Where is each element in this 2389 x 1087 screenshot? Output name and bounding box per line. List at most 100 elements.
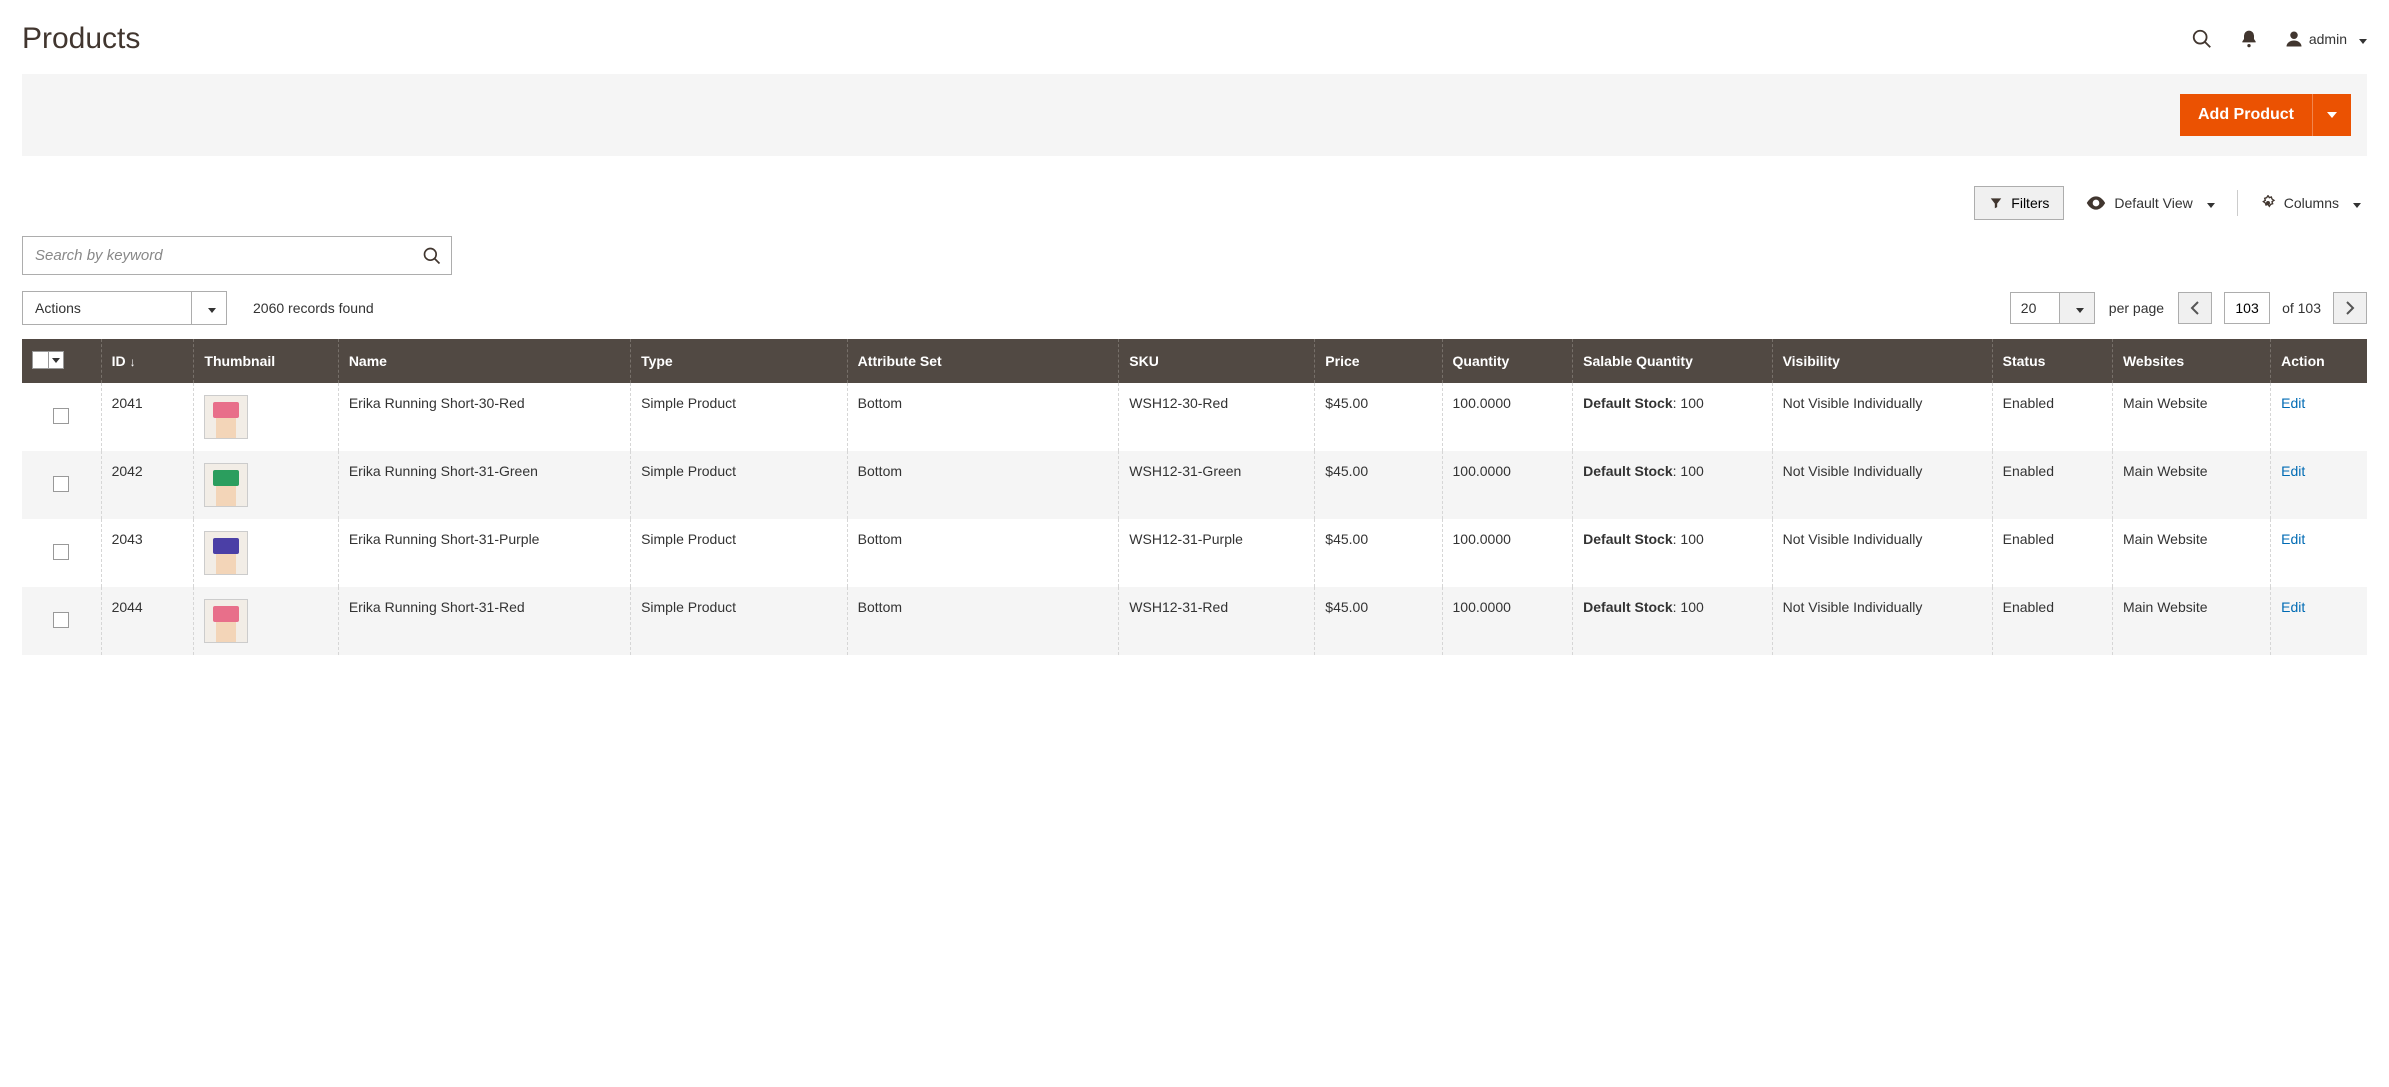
row-checkbox[interactable] (53, 408, 69, 424)
row-checkbox[interactable] (53, 612, 69, 628)
product-thumbnail[interactable] (204, 531, 248, 575)
notifications-icon[interactable] (2239, 28, 2259, 50)
edit-link[interactable]: Edit (2281, 531, 2305, 547)
chevron-right-icon (2345, 301, 2355, 315)
cell-thumbnail (194, 519, 338, 587)
col-header-status[interactable]: Status (1992, 339, 2112, 383)
table-row: 2043 Erika Running Short-31-Purple Simpl… (22, 519, 2367, 587)
col-header-price[interactable]: Price (1315, 339, 1442, 383)
cell-name: Erika Running Short-31-Red (338, 587, 630, 655)
caret-down-icon (2201, 195, 2215, 211)
col-header-id[interactable]: ID↓ (101, 339, 194, 383)
search-input[interactable] (22, 236, 452, 275)
search-icon[interactable] (2191, 28, 2213, 50)
select-all-checkbox[interactable] (32, 351, 64, 369)
row-checkbox[interactable] (53, 476, 69, 492)
cell-websites: Main Website (2112, 519, 2270, 587)
table-row: 2044 Erika Running Short-31-Red Simple P… (22, 587, 2367, 655)
cell-visibility: Not Visible Individually (1772, 587, 1992, 655)
cell-attribute-set: Bottom (847, 383, 1119, 451)
gear-icon (2260, 195, 2276, 211)
cell-status: Enabled (1992, 451, 2112, 519)
col-header-quantity[interactable]: Quantity (1442, 339, 1573, 383)
edit-link[interactable]: Edit (2281, 599, 2305, 615)
cell-name: Erika Running Short-31-Purple (338, 519, 630, 587)
user-icon (2285, 30, 2303, 48)
col-header-visibility[interactable]: Visibility (1772, 339, 1992, 383)
cell-salable-quantity: Default Stock: 100 (1573, 519, 1772, 587)
admin-account-menu[interactable]: admin (2285, 30, 2367, 48)
page-size-toggle[interactable] (2060, 292, 2095, 324)
product-thumbnail[interactable] (204, 599, 248, 643)
cell-sku: WSH12-30-Red (1119, 383, 1315, 451)
admin-label: admin (2309, 31, 2347, 47)
bulk-actions-toggle[interactable] (192, 291, 227, 325)
col-header-attribute-set[interactable]: Attribute Set (847, 339, 1119, 383)
cell-websites: Main Website (2112, 587, 2270, 655)
cell-quantity: 100.0000 (1442, 587, 1573, 655)
bulk-actions-select[interactable]: Actions (22, 291, 192, 325)
cell-salable-quantity: Default Stock: 100 (1573, 383, 1772, 451)
cell-attribute-set: Bottom (847, 451, 1119, 519)
col-header-thumbnail[interactable]: Thumbnail (194, 339, 338, 383)
total-pages-label: of 103 (2282, 300, 2321, 316)
cell-id: 2043 (101, 519, 194, 587)
cell-id: 2042 (101, 451, 194, 519)
col-header-action[interactable]: Action (2271, 339, 2367, 383)
columns-button[interactable]: Columns (2260, 195, 2361, 211)
cell-name: Erika Running Short-31-Green (338, 451, 630, 519)
eye-icon (2086, 196, 2106, 210)
table-row: 2042 Erika Running Short-31-Green Simple… (22, 451, 2367, 519)
cell-status: Enabled (1992, 383, 2112, 451)
cell-status: Enabled (1992, 587, 2112, 655)
cell-visibility: Not Visible Individually (1772, 519, 1992, 587)
cell-type: Simple Product (631, 451, 848, 519)
cell-type: Simple Product (631, 383, 848, 451)
cell-id: 2044 (101, 587, 194, 655)
caret-down-icon (2347, 195, 2361, 211)
current-page-input[interactable] (2224, 292, 2270, 324)
cell-attribute-set: Bottom (847, 519, 1119, 587)
cell-thumbnail (194, 587, 338, 655)
col-header-salable-quantity[interactable]: Salable Quantity (1573, 339, 1772, 383)
funnel-icon (1989, 196, 2003, 210)
prev-page-button[interactable] (2178, 292, 2212, 324)
cell-salable-quantity: Default Stock: 100 (1573, 451, 1772, 519)
search-submit-icon[interactable] (422, 246, 442, 266)
records-found-label: 2060 records found (253, 300, 374, 316)
cell-status: Enabled (1992, 519, 2112, 587)
next-page-button[interactable] (2333, 292, 2367, 324)
cell-quantity: 100.0000 (1442, 451, 1573, 519)
col-header-websites[interactable]: Websites (2112, 339, 2270, 383)
edit-link[interactable]: Edit (2281, 395, 2305, 411)
cell-price: $45.00 (1315, 383, 1442, 451)
cell-websites: Main Website (2112, 451, 2270, 519)
cell-quantity: 100.0000 (1442, 383, 1573, 451)
product-thumbnail[interactable] (204, 395, 248, 439)
default-view-label: Default View (2114, 195, 2192, 211)
col-header-select (22, 339, 101, 383)
filters-label: Filters (2011, 195, 2049, 211)
add-product-dropdown-toggle[interactable] (2312, 94, 2351, 136)
caret-down-icon (2327, 112, 2337, 118)
page-title: Products (22, 22, 140, 56)
columns-label: Columns (2284, 195, 2339, 211)
cell-salable-quantity: Default Stock: 100 (1573, 587, 1772, 655)
default-view-button[interactable]: Default View (2086, 195, 2214, 211)
separator (2237, 190, 2238, 216)
col-header-type[interactable]: Type (631, 339, 848, 383)
cell-id: 2041 (101, 383, 194, 451)
row-checkbox[interactable] (53, 544, 69, 560)
filters-button[interactable]: Filters (1974, 186, 2064, 220)
product-thumbnail[interactable] (204, 463, 248, 507)
cell-sku: WSH12-31-Red (1119, 587, 1315, 655)
page-size-value[interactable]: 20 (2010, 292, 2060, 324)
add-product-button[interactable]: Add Product (2180, 94, 2312, 136)
cell-thumbnail (194, 451, 338, 519)
table-row: 2041 Erika Running Short-30-Red Simple P… (22, 383, 2367, 451)
col-header-sku[interactable]: SKU (1119, 339, 1315, 383)
cell-attribute-set: Bottom (847, 587, 1119, 655)
col-header-name[interactable]: Name (338, 339, 630, 383)
edit-link[interactable]: Edit (2281, 463, 2305, 479)
cell-price: $45.00 (1315, 451, 1442, 519)
